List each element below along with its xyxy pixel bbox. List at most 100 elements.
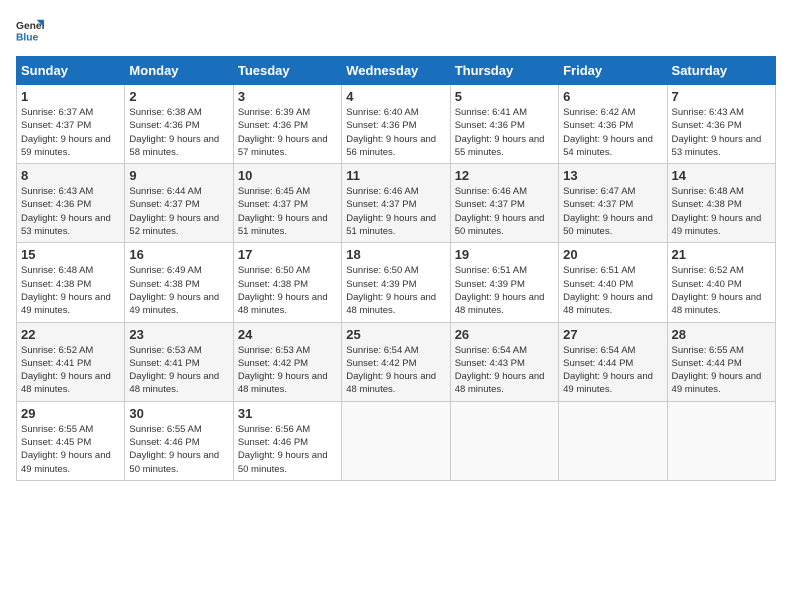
day-info: Sunrise: 6:42 AM Sunset: 4:36 PM Dayligh…	[563, 106, 662, 159]
day-info: Sunrise: 6:53 AM Sunset: 4:41 PM Dayligh…	[129, 344, 228, 397]
day-number: 31	[238, 406, 337, 421]
calendar-day-cell: 30 Sunrise: 6:55 AM Sunset: 4:46 PM Dayli…	[125, 401, 233, 480]
calendar-day-cell: 31 Sunrise: 6:56 AM Sunset: 4:46 PM Dayli…	[233, 401, 341, 480]
day-number: 6	[563, 89, 662, 104]
day-info: Sunrise: 6:43 AM Sunset: 4:36 PM Dayligh…	[672, 106, 771, 159]
calendar-day-cell: 21 Sunrise: 6:52 AM Sunset: 4:40 PM Dayli…	[667, 243, 775, 322]
day-info: Sunrise: 6:50 AM Sunset: 4:38 PM Dayligh…	[238, 264, 337, 317]
weekday-header-cell: Tuesday	[233, 57, 341, 85]
calendar-day-cell: 16Sunrise: 6:49 AM Sunset: 4:38 PM Dayli…	[125, 243, 233, 322]
day-number: 22	[21, 327, 120, 342]
day-info: Sunrise: 6:48 AM Sunset: 4:38 PM Dayligh…	[21, 264, 120, 317]
day-number: 7	[672, 89, 771, 104]
day-info: Sunrise: 6:52 AM Sunset: 4:40 PM Dayligh…	[672, 264, 771, 317]
calendar-day-cell: 9 Sunrise: 6:44 AM Sunset: 4:37 PM Daylig…	[125, 164, 233, 243]
day-number: 24	[238, 327, 337, 342]
day-info: Sunrise: 6:51 AM Sunset: 4:39 PM Dayligh…	[455, 264, 554, 317]
day-info: Sunrise: 6:54 AM Sunset: 4:42 PM Dayligh…	[346, 344, 445, 397]
calendar-day-cell: 25 Sunrise: 6:54 AM Sunset: 4:42 PM Dayli…	[342, 322, 450, 401]
calendar-day-cell: 23 Sunrise: 6:53 AM Sunset: 4:41 PM Dayli…	[125, 322, 233, 401]
calendar-day-cell	[667, 401, 775, 480]
page-header: GeneralBlue	[16, 16, 776, 44]
day-number: 26	[455, 327, 554, 342]
day-info: Sunrise: 6:52 AM Sunset: 4:41 PM Dayligh…	[21, 344, 120, 397]
calendar-day-cell: 1Sunrise: 6:37 AM Sunset: 4:37 PM Daylig…	[17, 85, 125, 164]
day-info: Sunrise: 6:46 AM Sunset: 4:37 PM Dayligh…	[346, 185, 445, 238]
logo: GeneralBlue	[16, 16, 44, 44]
day-info: Sunrise: 6:53 AM Sunset: 4:42 PM Dayligh…	[238, 344, 337, 397]
weekday-header-cell: Thursday	[450, 57, 558, 85]
day-number: 18	[346, 247, 445, 262]
day-number: 27	[563, 327, 662, 342]
day-number: 2	[129, 89, 228, 104]
calendar-day-cell: 11 Sunrise: 6:46 AM Sunset: 4:37 PM Dayli…	[342, 164, 450, 243]
calendar-day-cell: 5 Sunrise: 6:41 AM Sunset: 4:36 PM Daylig…	[450, 85, 558, 164]
calendar-day-cell	[342, 401, 450, 480]
day-number: 10	[238, 168, 337, 183]
calendar-body: 1Sunrise: 6:37 AM Sunset: 4:37 PM Daylig…	[17, 85, 776, 481]
day-number: 14	[672, 168, 771, 183]
weekday-header-row: SundayMondayTuesdayWednesdayThursdayFrid…	[17, 57, 776, 85]
day-number: 23	[129, 327, 228, 342]
day-info: Sunrise: 6:54 AM Sunset: 4:44 PM Dayligh…	[563, 344, 662, 397]
calendar-week-row: 22 Sunrise: 6:52 AM Sunset: 4:41 PM Dayli…	[17, 322, 776, 401]
day-info: Sunrise: 6:56 AM Sunset: 4:46 PM Dayligh…	[238, 423, 337, 476]
calendar-day-cell: 28Sunrise: 6:55 AM Sunset: 4:44 PM Dayli…	[667, 322, 775, 401]
calendar-day-cell: 18 Sunrise: 6:50 AM Sunset: 4:39 PM Dayli…	[342, 243, 450, 322]
day-info: Sunrise: 6:40 AM Sunset: 4:36 PM Dayligh…	[346, 106, 445, 159]
calendar-day-cell: 22 Sunrise: 6:52 AM Sunset: 4:41 PM Dayli…	[17, 322, 125, 401]
weekday-header-cell: Monday	[125, 57, 233, 85]
calendar-day-cell: 10Sunrise: 6:45 AM Sunset: 4:37 PM Dayli…	[233, 164, 341, 243]
calendar-day-cell: 8 Sunrise: 6:43 AM Sunset: 4:36 PM Daylig…	[17, 164, 125, 243]
day-number: 20	[563, 247, 662, 262]
calendar-week-row: 1Sunrise: 6:37 AM Sunset: 4:37 PM Daylig…	[17, 85, 776, 164]
day-info: Sunrise: 6:49 AM Sunset: 4:38 PM Dayligh…	[129, 264, 228, 317]
day-info: Sunrise: 6:38 AM Sunset: 4:36 PM Dayligh…	[129, 106, 228, 159]
day-number: 5	[455, 89, 554, 104]
weekday-header-cell: Wednesday	[342, 57, 450, 85]
calendar-day-cell: 13 Sunrise: 6:47 AM Sunset: 4:37 PM Dayli…	[559, 164, 667, 243]
day-number: 4	[346, 89, 445, 104]
calendar-day-cell: 14 Sunrise: 6:48 AM Sunset: 4:38 PM Dayli…	[667, 164, 775, 243]
day-info: Sunrise: 6:55 AM Sunset: 4:46 PM Dayligh…	[129, 423, 228, 476]
day-info: Sunrise: 6:41 AM Sunset: 4:36 PM Dayligh…	[455, 106, 554, 159]
calendar-week-row: 15 Sunrise: 6:48 AM Sunset: 4:38 PM Dayli…	[17, 243, 776, 322]
day-number: 21	[672, 247, 771, 262]
calendar-day-cell: 26 Sunrise: 6:54 AM Sunset: 4:43 PM Dayli…	[450, 322, 558, 401]
day-number: 30	[129, 406, 228, 421]
calendar-day-cell: 29 Sunrise: 6:55 AM Sunset: 4:45 PM Dayli…	[17, 401, 125, 480]
day-info: Sunrise: 6:50 AM Sunset: 4:39 PM Dayligh…	[346, 264, 445, 317]
day-info: Sunrise: 6:54 AM Sunset: 4:43 PM Dayligh…	[455, 344, 554, 397]
day-info: Sunrise: 6:47 AM Sunset: 4:37 PM Dayligh…	[563, 185, 662, 238]
calendar-week-row: 8 Sunrise: 6:43 AM Sunset: 4:36 PM Daylig…	[17, 164, 776, 243]
day-info: Sunrise: 6:55 AM Sunset: 4:45 PM Dayligh…	[21, 423, 120, 476]
calendar-day-cell: 6 Sunrise: 6:42 AM Sunset: 4:36 PM Daylig…	[559, 85, 667, 164]
day-info: Sunrise: 6:37 AM Sunset: 4:37 PM Dayligh…	[21, 106, 120, 159]
day-number: 29	[21, 406, 120, 421]
weekday-header-cell: Friday	[559, 57, 667, 85]
calendar-day-cell: 24 Sunrise: 6:53 AM Sunset: 4:42 PM Dayli…	[233, 322, 341, 401]
logo-icon: GeneralBlue	[16, 16, 44, 44]
calendar-day-cell: 12 Sunrise: 6:46 AM Sunset: 4:37 PM Dayli…	[450, 164, 558, 243]
day-info: Sunrise: 6:39 AM Sunset: 4:36 PM Dayligh…	[238, 106, 337, 159]
calendar-day-cell: 4 Sunrise: 6:40 AM Sunset: 4:36 PM Daylig…	[342, 85, 450, 164]
day-number: 8	[21, 168, 120, 183]
calendar-day-cell: 27 Sunrise: 6:54 AM Sunset: 4:44 PM Dayli…	[559, 322, 667, 401]
calendar-day-cell	[559, 401, 667, 480]
day-number: 3	[238, 89, 337, 104]
day-number: 9	[129, 168, 228, 183]
day-info: Sunrise: 6:46 AM Sunset: 4:37 PM Dayligh…	[455, 185, 554, 238]
day-number: 11	[346, 168, 445, 183]
day-info: Sunrise: 6:43 AM Sunset: 4:36 PM Dayligh…	[21, 185, 120, 238]
calendar-day-cell: 3 Sunrise: 6:39 AM Sunset: 4:36 PM Daylig…	[233, 85, 341, 164]
day-info: Sunrise: 6:48 AM Sunset: 4:38 PM Dayligh…	[672, 185, 771, 238]
day-number: 12	[455, 168, 554, 183]
calendar-day-cell: 20Sunrise: 6:51 AM Sunset: 4:40 PM Dayli…	[559, 243, 667, 322]
day-info: Sunrise: 6:44 AM Sunset: 4:37 PM Dayligh…	[129, 185, 228, 238]
calendar-day-cell: 7 Sunrise: 6:43 AM Sunset: 4:36 PM Daylig…	[667, 85, 775, 164]
day-info: Sunrise: 6:55 AM Sunset: 4:44 PM Dayligh…	[672, 344, 771, 397]
day-number: 13	[563, 168, 662, 183]
day-number: 25	[346, 327, 445, 342]
day-number: 15	[21, 247, 120, 262]
svg-text:Blue: Blue	[16, 32, 39, 43]
